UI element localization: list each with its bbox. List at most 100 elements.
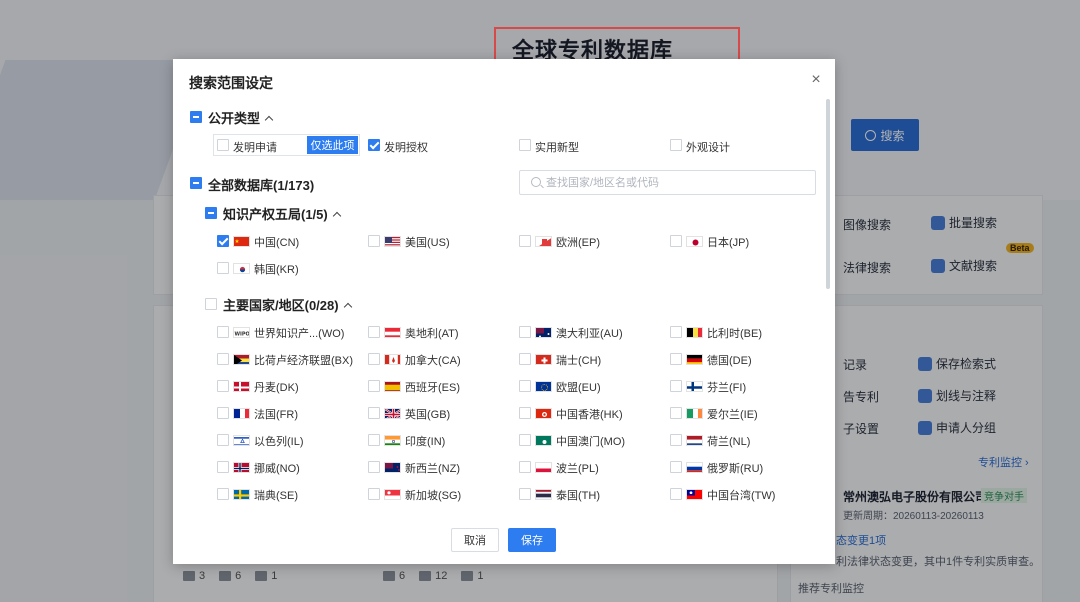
country-option[interactable]: 丹麦(DK) [217, 379, 362, 394]
country-option[interactable]: 日本(JP) [670, 234, 815, 249]
country-checkbox[interactable] [670, 461, 682, 473]
country-option[interactable]: 加拿大(CA) [368, 352, 513, 367]
dialog-title: 搜索范围设定 [189, 75, 273, 91]
country-checkbox[interactable] [217, 488, 229, 500]
country-name: 法国(FR) [254, 409, 298, 421]
country-option[interactable]: 中国(CN) [217, 234, 362, 249]
publication-type-checkbox[interactable] [190, 111, 202, 123]
country-option[interactable]: 波兰(PL) [519, 460, 664, 475]
country-option[interactable]: 新西兰(NZ) [368, 460, 513, 475]
country-checkbox[interactable] [670, 353, 682, 365]
ip5-checkbox[interactable] [205, 207, 217, 219]
country-option[interactable]: 比利时(BE) [670, 325, 815, 340]
country-checkbox[interactable] [519, 380, 531, 392]
country-option[interactable]: 俄罗斯(RU) [670, 460, 815, 475]
country-checkbox[interactable] [519, 235, 531, 247]
ip5-header[interactable]: 知识产权五局(1/5) [223, 204, 341, 223]
country-name: 爱尔兰(IE) [707, 409, 758, 421]
country-checkbox[interactable] [368, 235, 380, 247]
country-option[interactable]: 法国(FR) [217, 406, 362, 421]
country-option[interactable]: 瑞士(CH) [519, 352, 664, 367]
country-checkbox[interactable] [217, 353, 229, 365]
flag-au-icon [536, 328, 551, 337]
country-option[interactable]: 英国(GB) [368, 406, 513, 421]
country-checkbox[interactable] [217, 380, 229, 392]
scrollbar[interactable] [826, 99, 830, 289]
flag-gb-icon [385, 409, 400, 418]
country-option[interactable]: 欧洲(EP) [519, 234, 664, 249]
flag-th-icon [536, 490, 551, 499]
country-option[interactable]: 比荷卢经济联盟(BX) [217, 352, 362, 367]
country-option[interactable]: 中国台湾(TW) [670, 487, 815, 502]
country-checkbox[interactable] [368, 407, 380, 419]
country-option[interactable]: 泰国(TH) [519, 487, 664, 502]
country-option[interactable]: 瑞典(SE) [217, 487, 362, 502]
country-option[interactable]: 挪威(NO) [217, 460, 362, 475]
country-checkbox[interactable] [368, 380, 380, 392]
close-icon[interactable]: × [809, 72, 823, 88]
country-option[interactable]: 荷兰(NL) [670, 433, 815, 448]
country-checkbox[interactable] [670, 380, 682, 392]
design-checkbox[interactable] [670, 139, 682, 151]
svg-text:WIPO: WIPO [235, 332, 250, 338]
country-checkbox[interactable] [519, 326, 531, 338]
country-option[interactable]: 印度(IN) [368, 433, 513, 448]
major-countries-header[interactable]: 主要国家/地区(0/28) [223, 295, 352, 314]
country-option[interactable]: 欧盟(EU) [519, 379, 664, 394]
country-checkbox[interactable] [519, 407, 531, 419]
country-search-box[interactable] [519, 170, 816, 195]
flag-at-icon [385, 328, 400, 337]
invention-grant-checkbox[interactable] [368, 139, 380, 151]
country-checkbox[interactable] [368, 353, 380, 365]
country-checkbox[interactable] [519, 353, 531, 365]
flag-ru-icon [687, 463, 702, 472]
country-checkbox[interactable] [519, 461, 531, 473]
country-checkbox[interactable] [217, 461, 229, 473]
country-checkbox[interactable] [217, 262, 229, 274]
country-checkbox[interactable] [519, 488, 531, 500]
country-option[interactable]: 韩国(KR) [217, 261, 362, 276]
country-checkbox[interactable] [368, 326, 380, 338]
country-option[interactable]: 爱尔兰(IE) [670, 406, 815, 421]
country-option[interactable]: 中国澳门(MO) [519, 433, 664, 448]
save-button[interactable]: 保存 [508, 528, 556, 552]
country-option[interactable]: 中国香港(HK) [519, 406, 664, 421]
publication-type-header[interactable]: 公开类型 [208, 108, 274, 127]
flag-in-icon [385, 436, 400, 445]
country-checkbox[interactable] [217, 235, 229, 247]
country-option[interactable]: 美国(US) [368, 234, 513, 249]
invention-application-checkbox[interactable] [217, 139, 229, 151]
flag-wrapper [535, 354, 552, 365]
country-checkbox[interactable] [519, 434, 531, 446]
country-checkbox[interactable] [670, 434, 682, 446]
flag-wrapper [686, 435, 703, 446]
utility-model-checkbox[interactable] [519, 139, 531, 151]
country-option[interactable]: 德国(DE) [670, 352, 815, 367]
country-checkbox[interactable] [217, 326, 229, 338]
country-checkbox[interactable] [670, 407, 682, 419]
major-countries-checkbox[interactable] [205, 298, 217, 310]
flag-wrapper [686, 489, 703, 500]
country-checkbox[interactable] [368, 434, 380, 446]
country-checkbox[interactable] [670, 235, 682, 247]
flag-wrapper [233, 263, 250, 274]
cancel-button[interactable]: 取消 [451, 528, 499, 552]
country-checkbox[interactable] [217, 407, 229, 419]
only-this-button[interactable]: 仅选此项 [307, 136, 358, 154]
country-option[interactable]: 奥地利(AT) [368, 325, 513, 340]
country-checkbox[interactable] [670, 326, 682, 338]
country-option[interactable]: 澳大利亚(AU) [519, 325, 664, 340]
country-checkbox[interactable] [368, 488, 380, 500]
country-option[interactable]: 芬兰(FI) [670, 379, 815, 394]
country-option[interactable]: 西班牙(ES) [368, 379, 513, 394]
country-option[interactable]: WIPO 世界知识产...(WO) [217, 325, 362, 340]
country-search-input[interactable] [546, 174, 806, 192]
country-option[interactable]: 以色列(IL) [217, 433, 362, 448]
country-checkbox[interactable] [368, 461, 380, 473]
flag-wrapper [384, 435, 401, 446]
country-checkbox[interactable] [670, 488, 682, 500]
all-databases-checkbox[interactable] [190, 177, 202, 189]
country-option[interactable]: 新加坡(SG) [368, 487, 513, 502]
country-checkbox[interactable] [217, 434, 229, 446]
flag-wrapper [384, 381, 401, 392]
